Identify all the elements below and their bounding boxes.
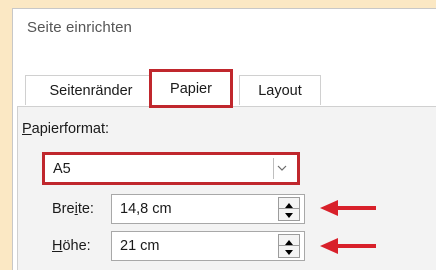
height-label: Höhe: [52, 238, 91, 254]
width-spinbox[interactable]: 14,8 cm [111, 194, 305, 224]
width-label: Breite: [52, 201, 94, 217]
paper-format-label-rest: apierformat: [31, 121, 110, 137]
tab-layout[interactable]: Layout [239, 75, 321, 105]
tab-margins[interactable]: Seitenränder [25, 75, 157, 105]
width-value: 14,8 cm [120, 201, 172, 217]
dialog-title: Seite einrichten [27, 19, 132, 36]
tab-paper[interactable]: Papier [149, 69, 233, 108]
red-arrow-icon [320, 200, 376, 216]
height-label-accel: H [52, 238, 63, 254]
width-label-start: Bre [52, 201, 75, 217]
chevron-down-icon[interactable] [273, 158, 293, 179]
height-value: 21 cm [120, 238, 160, 254]
triangle-down-icon [285, 250, 293, 255]
paper-format-select[interactable]: A5 [42, 152, 300, 185]
width-decrement-button[interactable] [278, 209, 300, 221]
triangle-down-icon [285, 213, 293, 218]
tab-strip: Seitenränder Layout Papier [17, 69, 436, 108]
paper-format-label-accel: P [22, 121, 32, 137]
height-label-rest: öhe: [62, 238, 91, 254]
height-spinbox[interactable]: 21 cm [111, 231, 305, 261]
width-label-end: te: [77, 201, 94, 217]
paper-format-label: Papierformat: [22, 121, 109, 137]
height-spin-buttons [278, 234, 300, 258]
width-increment-button[interactable] [278, 197, 300, 209]
height-increment-button[interactable] [278, 234, 300, 246]
width-spin-buttons [278, 197, 300, 221]
height-decrement-button[interactable] [278, 246, 300, 258]
red-arrow-icon [320, 238, 376, 254]
paper-format-value: A5 [53, 161, 71, 177]
